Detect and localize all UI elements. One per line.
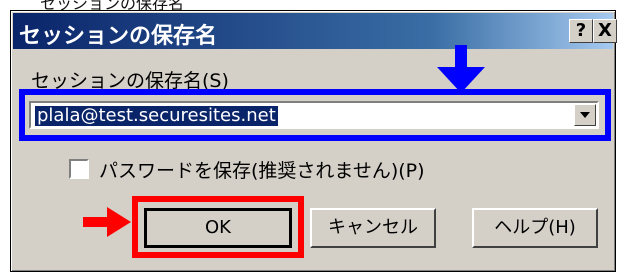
save-password-label[interactable]: パスワードを保存(推奨されません)(P) <box>99 156 425 183</box>
dialog-title: セッションの保存名 <box>19 24 218 49</box>
blue-arrow-annotation-icon <box>437 45 485 93</box>
ok-button[interactable]: OK <box>144 208 292 248</box>
help-title-button[interactable]: ? <box>569 19 593 43</box>
help-button[interactable]: ヘルプ(H) <box>472 208 598 248</box>
session-name-value[interactable]: plala@test.securesites.net <box>35 106 278 126</box>
cropped-title-fragment: セッションの保存名 <box>0 0 626 10</box>
session-name-combobox[interactable]: plala@test.securesites.net <box>29 101 599 129</box>
session-name-dialog: セッションの保存名 ? X セッションの保存名(S) plala@test.se… <box>10 10 617 272</box>
cropped-title-text: セッションの保存名 <box>40 0 185 10</box>
dropdown-button[interactable] <box>574 104 596 126</box>
title-bar: セッションの保存名 ? X <box>13 13 617 49</box>
chevron-down-icon <box>580 112 590 118</box>
red-arrow-annotation-icon <box>83 207 131 237</box>
save-password-checkbox[interactable] <box>69 159 89 179</box>
close-button[interactable]: X <box>593 19 617 43</box>
cancel-button[interactable]: キャンセル <box>310 208 436 248</box>
